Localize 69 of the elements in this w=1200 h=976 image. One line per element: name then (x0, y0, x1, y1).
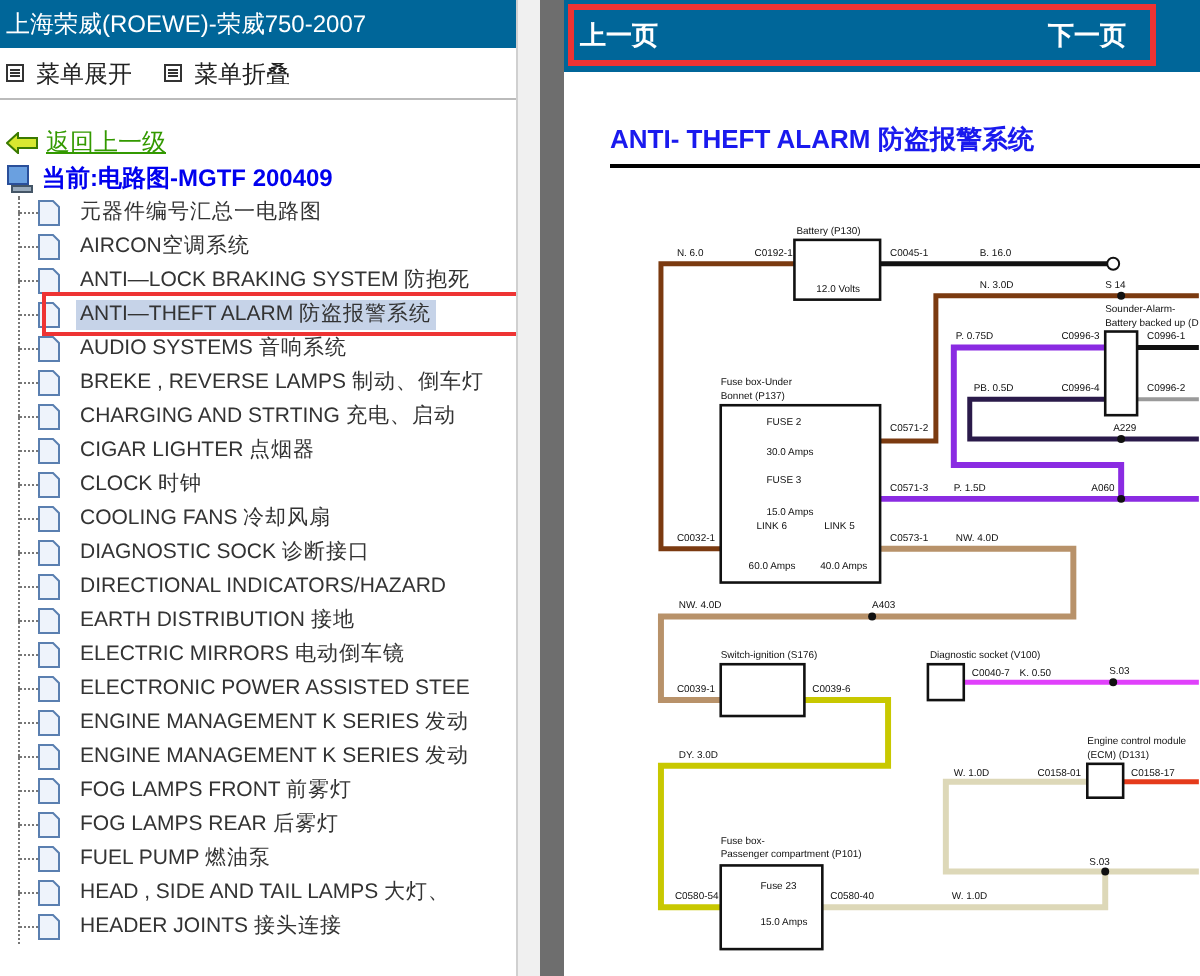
page-icon (38, 710, 60, 736)
tree-item[interactable]: AIRCON空调系统 (76, 232, 254, 262)
menu-toggle-button[interactable]: 菜单折叠 (164, 55, 290, 91)
tree-item[interactable]: COOLING FANS 冷却风扇 (76, 504, 336, 534)
page-icon (38, 574, 60, 600)
next-page-link[interactable]: 下一页 (1048, 15, 1126, 55)
page-icon (38, 914, 60, 940)
junction-dot (868, 611, 877, 620)
junction-dot (1117, 493, 1126, 502)
tree-item[interactable]: BREKE , REVERSE LAMPS 制动、倒车灯 (76, 368, 488, 398)
junction-dot (1117, 290, 1126, 299)
page-icon (38, 200, 60, 226)
page-icon (38, 642, 60, 668)
tree-item[interactable]: ELECTRONIC POWER ASSISTED STEE (76, 674, 474, 704)
page-icon (38, 744, 60, 770)
tree-item[interactable]: FOG LAMPS REAR 后雾灯 (76, 810, 343, 840)
left-arrow-icon (6, 131, 38, 153)
junction-dot (1117, 434, 1126, 443)
tree-item[interactable]: ENGINE MANAGEMENT K SERIES 发动 (76, 708, 474, 738)
page-icon (38, 880, 60, 906)
page-icon (38, 268, 60, 294)
page-icon (38, 234, 60, 260)
page-icon (38, 778, 60, 804)
page-icon (38, 846, 60, 872)
page-icon (38, 506, 60, 532)
junction-dot (1101, 866, 1110, 875)
tree-item[interactable]: CIGAR LIGHTER 点烟器 (76, 436, 320, 466)
tree-item[interactable]: EARTH DISTRIBUTION 接地 (76, 606, 359, 636)
tree-item[interactable]: ANTI—THEFT ALARM 防盗报警系统 (76, 300, 435, 330)
component-box (719, 863, 824, 950)
page-icon (38, 812, 60, 838)
page-icon (38, 336, 60, 362)
document-title: ANTI- THEFT ALARM 防盗报警系统 (610, 120, 1200, 167)
tree-item[interactable]: HEAD , SIDE AND TAIL LAMPS 大灯、 (76, 878, 455, 908)
menu-toggle-button[interactable]: 菜单展开 (6, 55, 132, 91)
component-box (926, 661, 966, 701)
earth-symbol (1106, 255, 1121, 270)
page-icon (38, 676, 60, 702)
tree-item[interactable]: ANTI—LOCK BRAKING SYSTEM 防抱死 (76, 266, 475, 296)
component-box (719, 661, 806, 717)
back-link[interactable]: 返回上一级 (6, 124, 516, 160)
page-icon (38, 472, 60, 498)
component-box (793, 237, 882, 300)
tree-item[interactable]: AUDIO SYSTEMS 音响系统 (76, 334, 351, 364)
junction-dot (1109, 677, 1118, 686)
current-folder-label: 当前:电路图-MGTF 200409 (42, 162, 333, 196)
component-box (1103, 329, 1139, 416)
tree-item[interactable]: FOG LAMPS FRONT 前雾灯 (76, 776, 357, 806)
splitter-bar[interactable] (540, 0, 564, 976)
tree-item[interactable]: 元器件编号汇总一电路图 (76, 198, 326, 228)
computer-icon (6, 163, 34, 193)
previous-page-link[interactable]: 上一页 (580, 15, 658, 55)
page-icon (38, 370, 60, 396)
page-icon (38, 438, 60, 464)
sidebar-title: 上海荣威(ROEWE)-荣威750-2007 (0, 0, 516, 48)
tree-item[interactable]: DIAGNOSTIC SOCK 诊断接口 (76, 538, 374, 568)
tree-item[interactable]: FUEL PUMP 燃油泵 (76, 844, 275, 874)
page-icon (38, 608, 60, 634)
tree-item[interactable]: ELECTRIC MIRRORS 电动倒车镜 (76, 640, 409, 670)
tree-item[interactable]: DIRECTIONAL INDICATORS/HAZARD (76, 572, 450, 602)
list-icon (164, 64, 182, 82)
tree-item[interactable]: ENGINE MANAGEMENT K SERIES 发动 (76, 742, 474, 772)
tree-item[interactable]: CLOCK 时钟 (76, 470, 207, 500)
page-icon (38, 540, 60, 566)
tree-item[interactable]: CHARGING AND STRTING 充电、启动 (76, 402, 460, 432)
tree-item[interactable]: HEADER JOINTS 接头连接 (76, 912, 346, 942)
page-icon (38, 404, 60, 430)
component-box (1086, 761, 1125, 798)
list-icon (6, 64, 24, 82)
